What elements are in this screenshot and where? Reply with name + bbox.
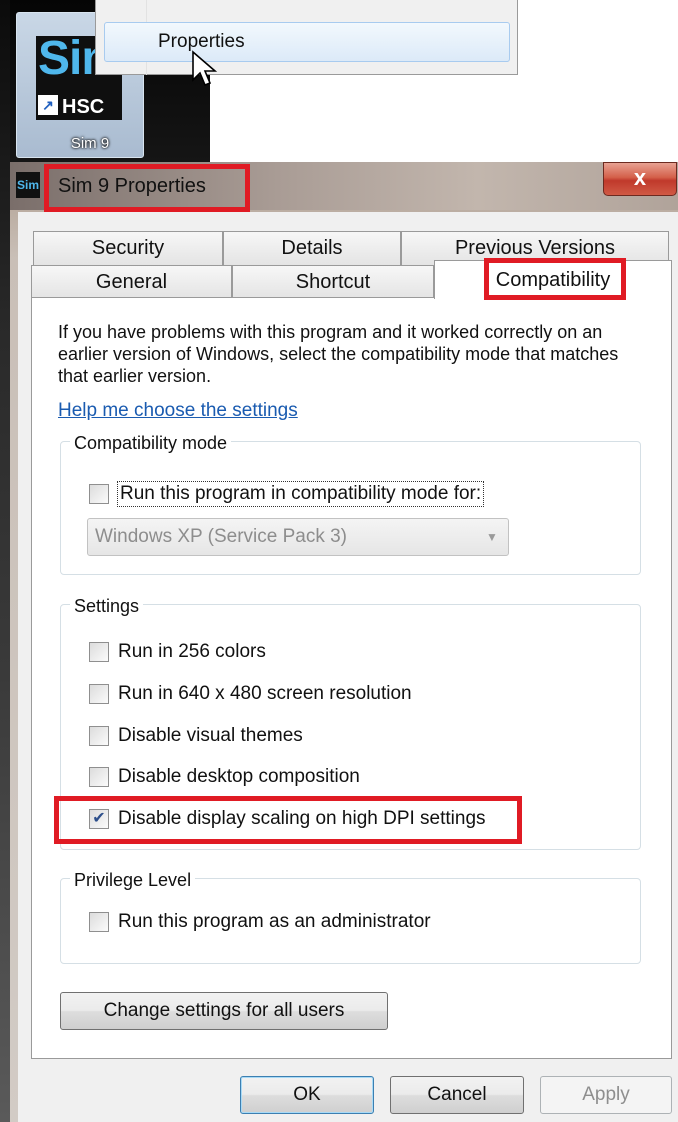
change-settings-all-users-button[interactable]: Change settings for all users — [60, 992, 388, 1030]
apply-button[interactable]: Apply — [540, 1076, 672, 1114]
desktop-icon-label: Sim 9 — [70, 135, 110, 152]
checkbox-640x480[interactable] — [89, 684, 109, 704]
compatibility-mode-title: Compatibility mode — [70, 432, 232, 454]
mouse-cursor-icon — [192, 50, 218, 87]
tab-shortcut[interactable]: Shortcut — [232, 265, 434, 298]
cancel-button[interactable]: Cancel — [390, 1076, 524, 1114]
compatibility-mode-label[interactable]: Run this program in compatibility mode f… — [117, 481, 485, 507]
icon-sub-label: HSC — [62, 96, 105, 118]
label-desktop-composition[interactable]: Disable desktop composition — [118, 764, 360, 790]
intro-text: If you have problems with this program a… — [58, 322, 619, 386]
checkbox-visual-themes[interactable] — [89, 726, 109, 746]
settings-title: Settings — [70, 595, 144, 617]
checkbox-desktop-composition[interactable] — [89, 767, 109, 787]
shortcut-arrow-icon: ↗ — [38, 95, 58, 115]
highlight-dpi-option — [54, 796, 522, 844]
ok-button[interactable]: OK — [240, 1076, 374, 1114]
privilege-title: Privilege Level — [70, 869, 196, 891]
label-run-as-admin[interactable]: Run this program as an administrator — [118, 909, 431, 935]
label-256-colors[interactable]: Run in 256 colors — [118, 639, 266, 665]
label-640x480[interactable]: Run in 640 x 480 screen resolution — [118, 681, 412, 707]
chevron-down-icon: ▼ — [486, 530, 498, 544]
checkbox-run-as-admin[interactable] — [89, 912, 109, 932]
compatibility-mode-checkbox[interactable] — [89, 484, 109, 504]
select-value: Windows XP (Service Pack 3) — [95, 526, 348, 547]
window-app-icon: Sim — [16, 172, 40, 198]
tab-security[interactable]: Security — [33, 231, 223, 265]
close-button[interactable]: x — [603, 162, 677, 196]
highlight-compatibility-tab — [484, 258, 626, 300]
tab-details[interactable]: Details — [223, 231, 401, 265]
desktop-edge — [0, 0, 10, 1122]
help-link[interactable]: Help me choose the settings — [58, 399, 298, 423]
label-visual-themes[interactable]: Disable visual themes — [118, 723, 303, 749]
tab-general[interactable]: General — [31, 265, 232, 298]
checkbox-256-colors[interactable] — [89, 642, 109, 662]
highlight-title — [44, 164, 250, 212]
